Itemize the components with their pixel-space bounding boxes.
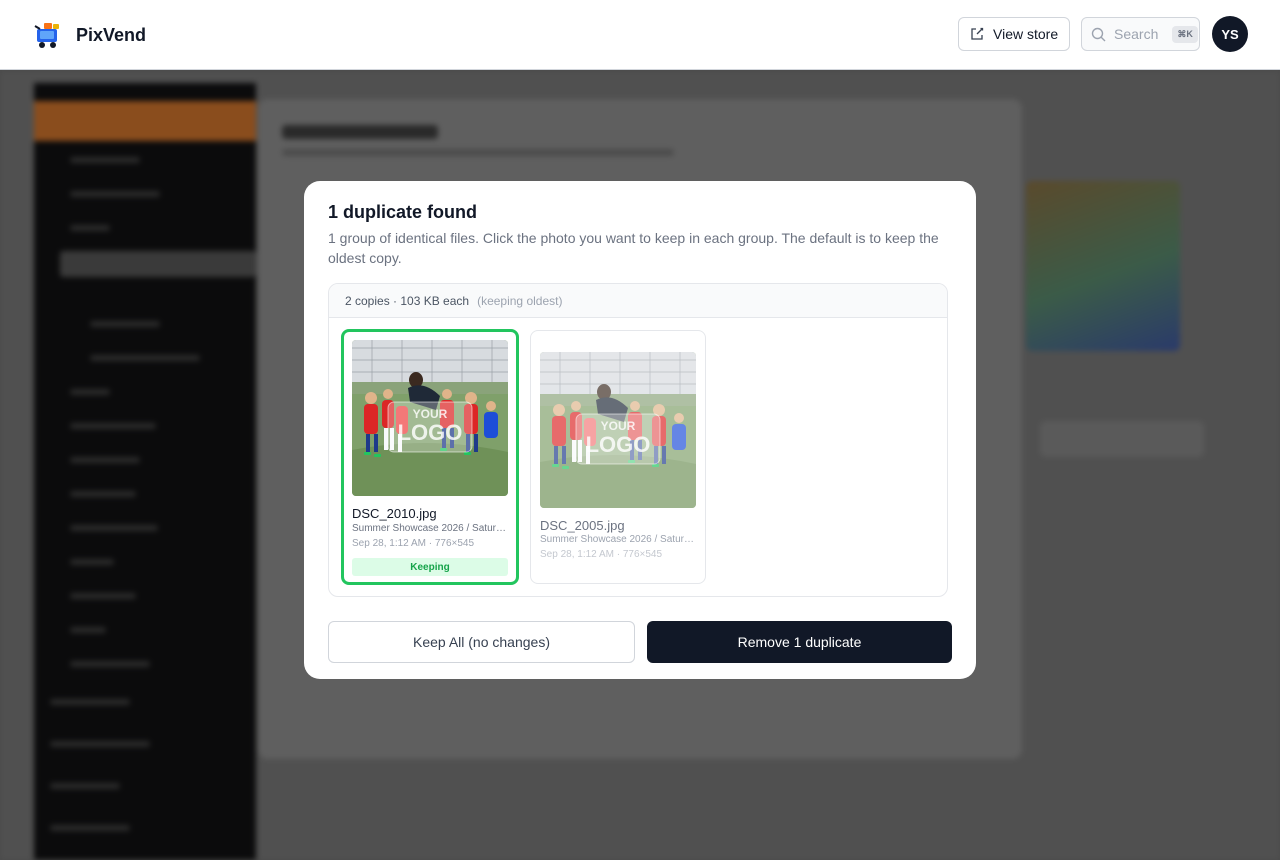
remove-duplicate-button[interactable]: Remove 1 duplicate (647, 621, 952, 663)
background-line (70, 661, 150, 667)
background-dialog-subtitle (282, 149, 674, 156)
background-sidebar-active-item (34, 101, 256, 141)
background-line (70, 627, 106, 633)
keeping-badge: Keeping (352, 558, 508, 576)
background-line (70, 389, 110, 395)
background-line (50, 741, 150, 747)
brand[interactable]: PixVend (32, 20, 146, 50)
search-input[interactable]: Search ⌘K (1081, 17, 1200, 51)
duplicate-group: 2 copies · 103 KB each (keeping oldest) (328, 283, 948, 597)
background-line (70, 491, 136, 497)
background-line (70, 559, 114, 565)
photo-thumbnail: YOUR LOGO (352, 340, 508, 496)
view-store-label: View store (993, 26, 1059, 42)
photo-filename: DSC_2010.jpg (352, 506, 437, 521)
soccer-photo-image: YOUR LOGO (540, 352, 696, 508)
background-line (70, 191, 160, 197)
background-line (70, 423, 156, 429)
watermark-your-text: YOUR (601, 419, 636, 433)
duplicate-dialog: 1 duplicate found 1 group of identical f… (304, 181, 976, 679)
watermark-logo-text: LOGO (586, 432, 651, 457)
background-line (90, 321, 160, 327)
background-line (90, 355, 200, 361)
photo-card-keeping[interactable]: YOUR LOGO DSC_2010.jpg Summer Showcase 2… (341, 329, 519, 585)
keep-all-button[interactable]: Keep All (no changes) (328, 621, 635, 663)
photo-path: Summer Showcase 2026 / Saturday (540, 534, 696, 545)
brand-name: PixVend (76, 24, 147, 45)
watermark-logo-text: LOGO (398, 420, 463, 445)
photo-thumbnail: YOUR LOGO (540, 352, 696, 508)
view-store-button[interactable]: View store (958, 17, 1070, 51)
external-edit-icon (971, 27, 984, 40)
top-header: PixVend View store Search ⌘K YS (0, 0, 1280, 70)
background-line (70, 593, 136, 599)
dialog-title: 1 duplicate found (328, 202, 478, 222)
background-line (60, 251, 256, 277)
background-line (50, 825, 130, 831)
background-line (70, 457, 140, 463)
user-avatar[interactable]: YS (1212, 16, 1248, 52)
photo-card-duplicate[interactable]: YOUR LOGO DSC_2005.jpg Summer Showcase 2… (530, 330, 706, 584)
soccer-photo-image: YOUR LOGO (352, 340, 508, 496)
background-photo (1026, 181, 1180, 351)
background-dialog-title (282, 125, 438, 139)
search-shortcut: ⌘K (1172, 25, 1198, 43)
photo-path: Summer Showcase 2026 / Saturday (352, 523, 508, 534)
background-line (70, 225, 110, 231)
search-placeholder: Search (1114, 26, 1159, 42)
background-line (70, 157, 140, 163)
photo-filename: DSC_2005.jpg (540, 518, 625, 533)
background-card (1040, 421, 1204, 457)
background-line (50, 783, 120, 789)
photo-meta: Sep 28, 1:12 AM · 776×545 (540, 549, 663, 560)
watermark-your-text: YOUR (413, 407, 448, 421)
group-header: 2 copies · 103 KB each (keeping oldest) (329, 284, 947, 318)
brand-logo-icon (34, 23, 59, 48)
background-line (70, 525, 158, 531)
background-line (50, 699, 130, 705)
photo-meta: Sep 28, 1:12 AM · 776×545 (352, 538, 475, 549)
dialog-description: 1 group of identical files. Click the ph… (328, 230, 939, 266)
group-summary: 2 copies · 103 KB each (345, 293, 470, 308)
group-policy-note: (keeping oldest) (477, 293, 563, 308)
search-icon (1091, 27, 1106, 41)
